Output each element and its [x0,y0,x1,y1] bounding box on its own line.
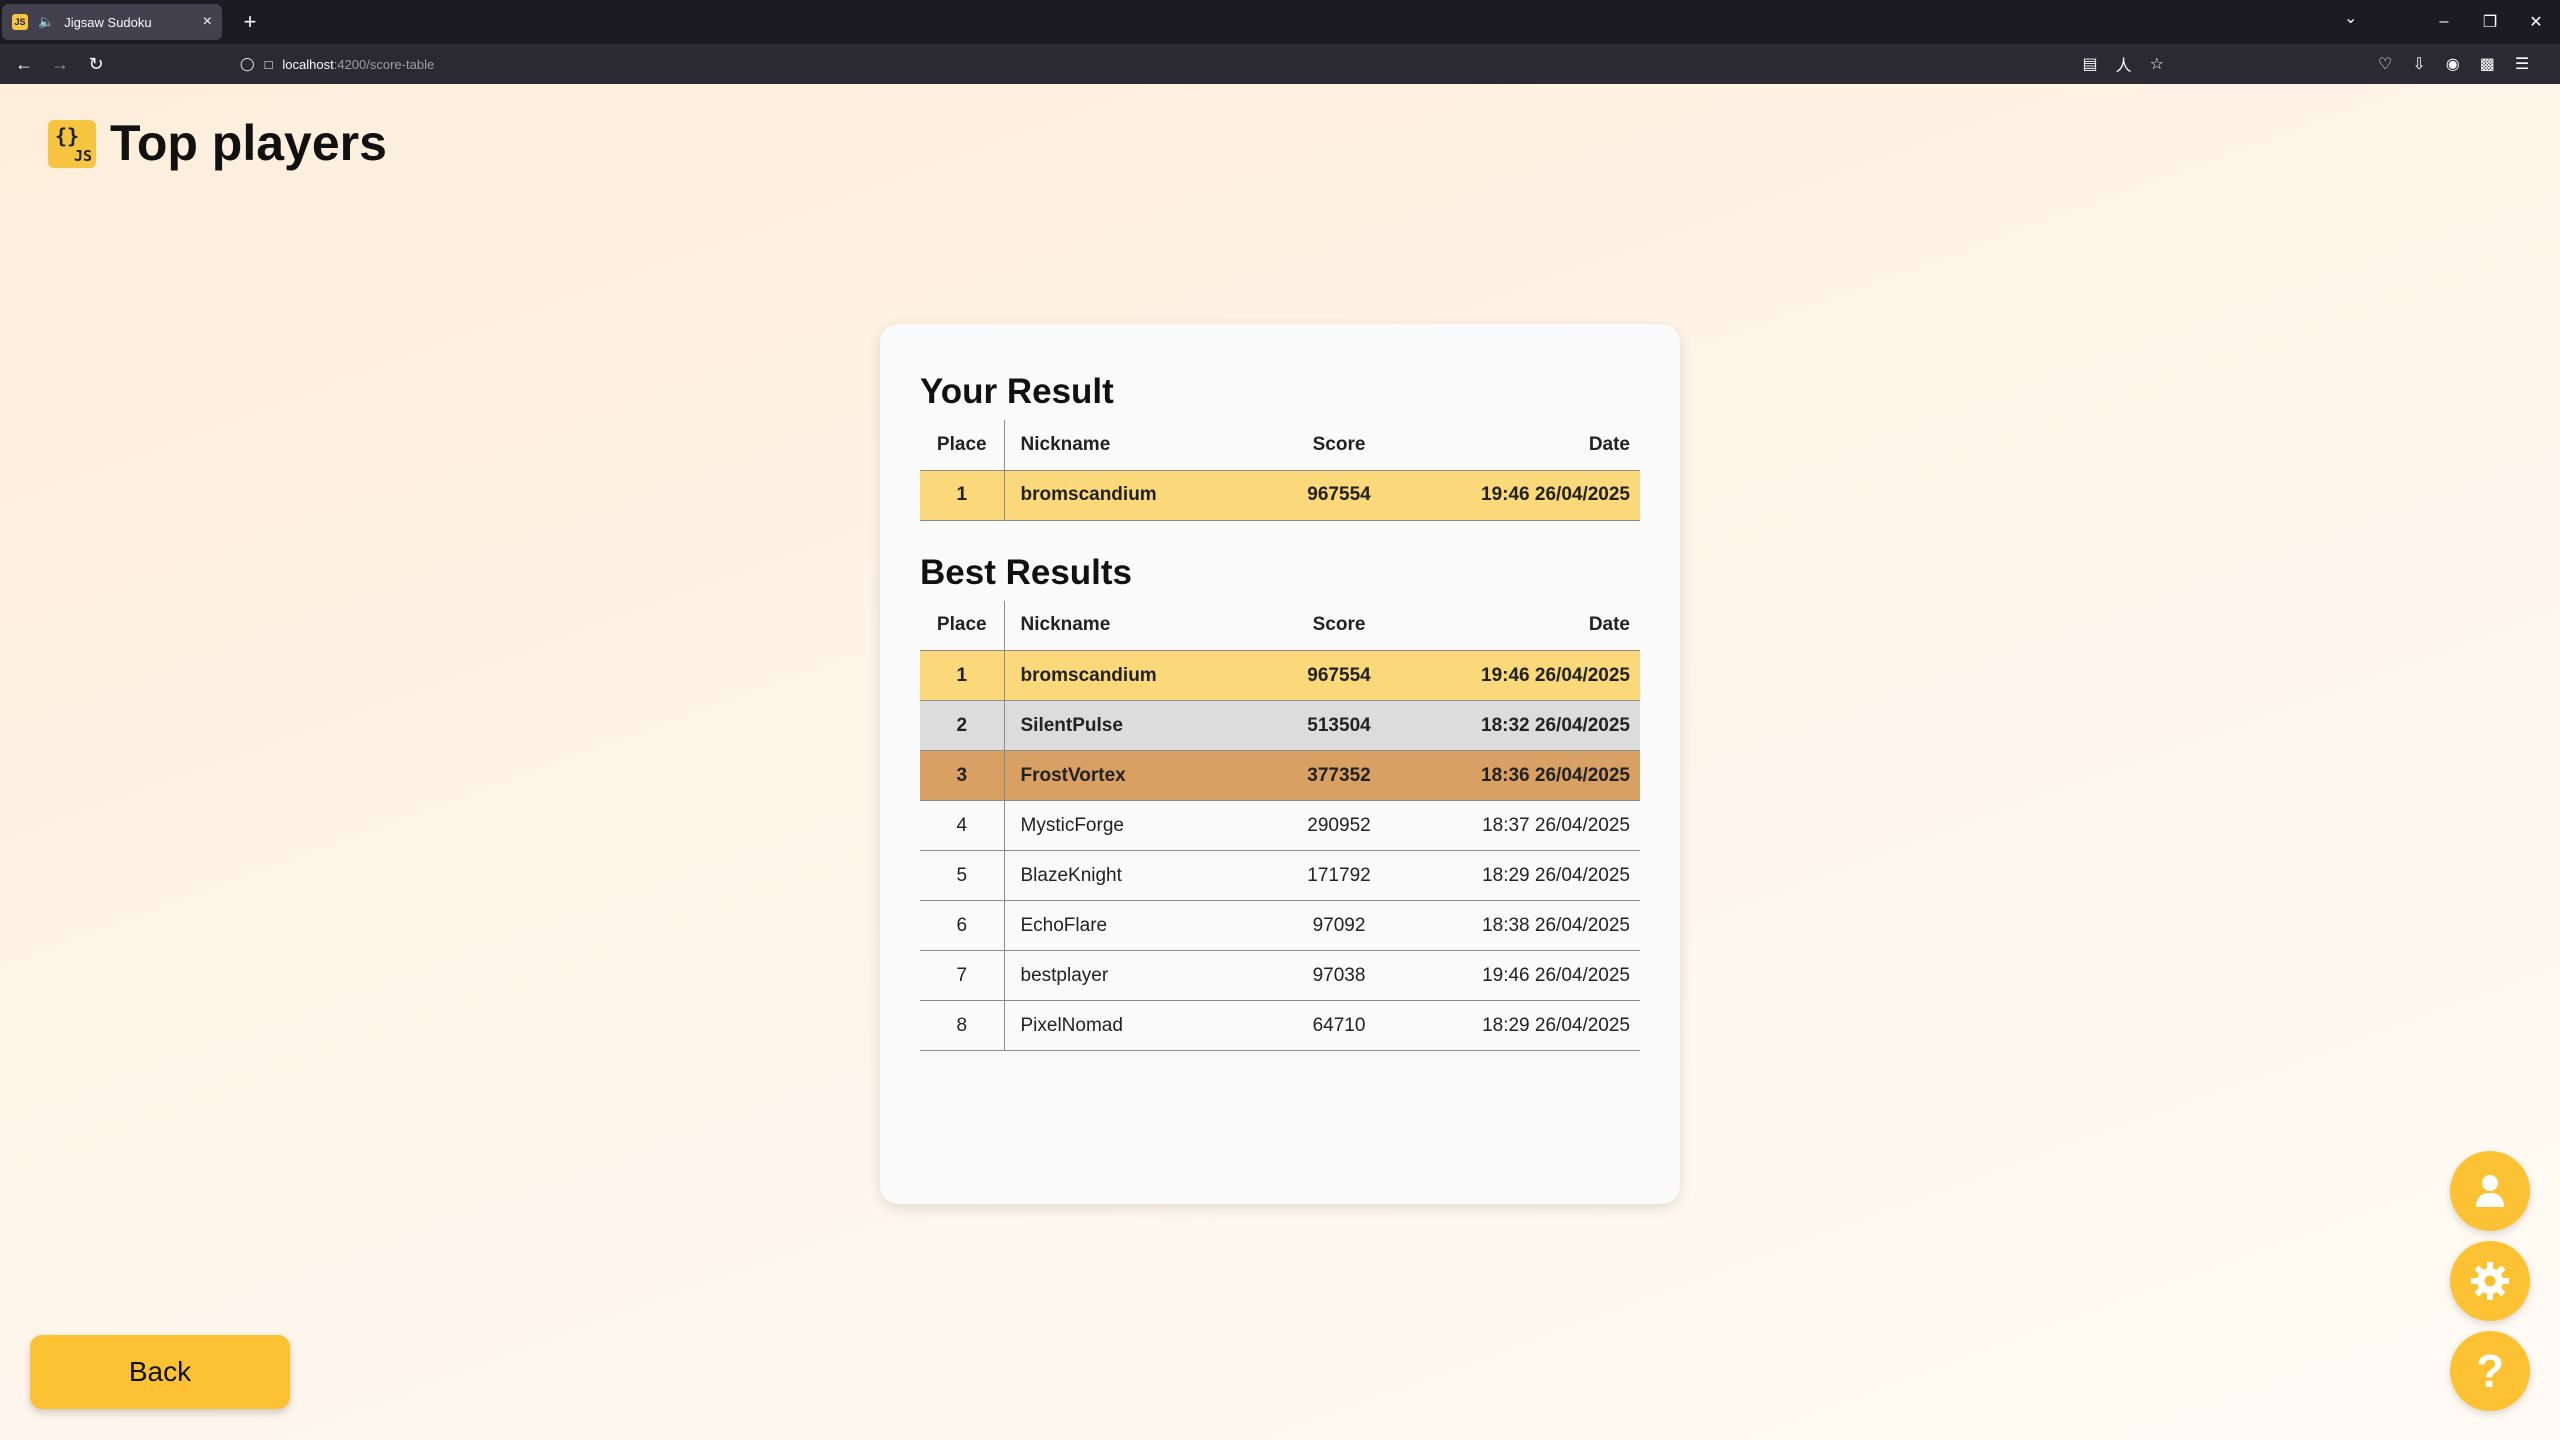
cell-score: 171792 [1254,850,1424,901]
gear-icon [2471,1262,2509,1300]
help-icon: ? [2475,1345,2505,1397]
table-row: 2 SilentPulse 513504 18:32 26/04/2025 [920,700,1640,751]
table-row: 4 MysticForge 290952 18:37 26/04/2025 [920,800,1640,851]
minimize-button[interactable]: – [2424,6,2464,38]
table-row: 8 PixelNomad 64710 18:29 26/04/2025 [920,1000,1640,1051]
account-icon[interactable]: ◉ [2446,54,2460,74]
user-icon [2476,1175,2504,1207]
table-row: 1 bromscandium 967554 19:46 26/04/2025 [920,470,1640,521]
browser-tab[interactable]: JS 🔈 Jigsaw Sudoku × [2,4,222,40]
close-window-button[interactable]: ✕ [2516,6,2556,38]
js-logo-icon: {} JS [48,120,96,168]
cell-date: 18:36 26/04/2025 [1424,750,1640,801]
tab-favicon-icon: JS [12,14,28,30]
pocket-icon[interactable]: ♡ [2378,54,2392,74]
help-button[interactable]: ? [2450,1331,2530,1411]
cell-place: 7 [920,950,1005,1001]
your-result-table: Place Nickname Score Date 1 bromscandium… [920,420,1640,521]
column-header-date: Date [1588,614,1630,636]
table-row: 3 FrostVortex 377352 18:36 26/04/2025 [920,750,1640,801]
cell-score: 377352 [1254,750,1424,801]
page-icon: □ [264,56,273,72]
tab-title: Jigsaw Sudoku [64,14,152,30]
table-row: 1 bromscandium 967554 19:46 26/04/2025 [920,650,1640,701]
cell-place: 4 [920,800,1005,851]
cell-nickname: bromscandium [1004,650,1254,701]
column-header-date: Date [1588,433,1630,455]
column-header-score: Score [1312,433,1366,455]
cell-nickname: FrostVortex [1004,750,1254,801]
your-result-heading: Your Result [920,372,1114,411]
url-path: :4200/score-table [333,56,435,72]
download-icon[interactable]: ⇩ [2412,54,2425,74]
table-row: 6 EchoFlare 97092 18:38 26/04/2025 [920,900,1640,951]
cell-place: 1 [920,470,1005,521]
url-bar[interactable]: ◯ □ localhost:4200/score-table ▤ 人 ☆ [232,48,2172,80]
reload-icon[interactable]: ↻ [80,48,112,80]
cell-place: 5 [920,850,1005,901]
restore-button[interactable]: ❐ [2470,6,2510,38]
cell-place: 6 [920,900,1005,951]
cell-date: 19:46 26/04/2025 [1424,470,1640,521]
cell-nickname: MysticForge [1004,800,1254,851]
page-title: Top players [110,115,387,171]
score-card: Your Result Place Nickname Score Date 1 … [880,324,1680,1204]
cell-score: 513504 [1254,700,1424,751]
cell-score: 967554 [1254,650,1424,701]
column-header-place: Place [920,600,1005,651]
chevron-down-icon[interactable]: ⌄ [2344,8,2357,28]
best-results-heading: Best Results [920,552,1133,592]
back-button[interactable]: Back [30,1335,290,1409]
cell-score: 97038 [1254,950,1424,1001]
cell-score: 967554 [1254,470,1424,521]
extensions-icon[interactable]: ▩ [2480,54,2495,74]
cell-nickname: EchoFlare [1004,900,1254,951]
cell-date: 18:37 26/04/2025 [1424,800,1640,851]
back-arrow-icon[interactable]: ← [8,48,40,80]
reader-view-icon[interactable]: ▤ [2083,54,2098,74]
cell-date: 18:29 26/04/2025 [1424,1000,1640,1051]
cell-place: 3 [920,750,1005,801]
best-results-table: Place Nickname Score Date 1 bromscandium… [920,600,1640,1051]
speaker-icon[interactable]: 🔈 [38,14,54,30]
page-content: {} JS Top players Your Result Place Nickn… [0,84,2560,1440]
menu-icon[interactable]: ☰ [2515,54,2529,74]
cell-place: 1 [920,650,1005,701]
table-row: 5 BlazeKnight 171792 18:29 26/04/2025 [920,850,1640,901]
browser-tab-bar: JS 🔈 Jigsaw Sudoku × + ⌄ – ❐ ✕ [0,0,2560,44]
forward-arrow-icon[interactable]: → [44,48,76,80]
new-tab-button[interactable]: + [234,6,266,38]
cell-score: 290952 [1254,800,1424,851]
cell-date: 19:46 26/04/2025 [1424,650,1640,701]
cell-score: 97092 [1254,900,1424,951]
cell-date: 18:32 26/04/2025 [1424,700,1640,751]
url-host: localhost [282,56,334,72]
browser-nav-bar: ← → ↻ ◯ □ localhost:4200/score-table ▤ 人… [0,44,2560,84]
table-row: 7 bestplayer 97038 19:46 26/04/2025 [920,950,1640,1001]
column-header-place: Place [920,420,1005,470]
profile-button[interactable] [2450,1151,2530,1231]
cell-nickname: PixelNomad [1004,1000,1254,1051]
cell-date: 18:38 26/04/2025 [1424,900,1640,951]
column-header-score: Score [1312,614,1366,636]
cell-date: 19:46 26/04/2025 [1424,950,1640,1001]
column-header-nickname: Nickname [1020,433,1111,455]
cell-place: 2 [920,700,1005,751]
cell-place: 8 [920,1000,1005,1051]
cell-nickname: bromscandium [1004,470,1254,521]
cell-nickname: SilentPulse [1004,700,1254,751]
settings-button[interactable] [2450,1241,2530,1321]
cell-nickname: bestplayer [1004,950,1254,1001]
cell-nickname: BlazeKnight [1004,850,1254,901]
cell-date: 18:29 26/04/2025 [1424,850,1640,901]
shield-icon[interactable]: ◯ [240,56,255,72]
bookmark-star-icon[interactable]: ☆ [2150,54,2164,74]
close-tab-icon[interactable]: × [203,13,212,31]
translate-icon[interactable]: 人 [2116,52,2132,76]
column-header-nickname: Nickname [1020,614,1111,636]
cell-score: 64710 [1254,1000,1424,1051]
